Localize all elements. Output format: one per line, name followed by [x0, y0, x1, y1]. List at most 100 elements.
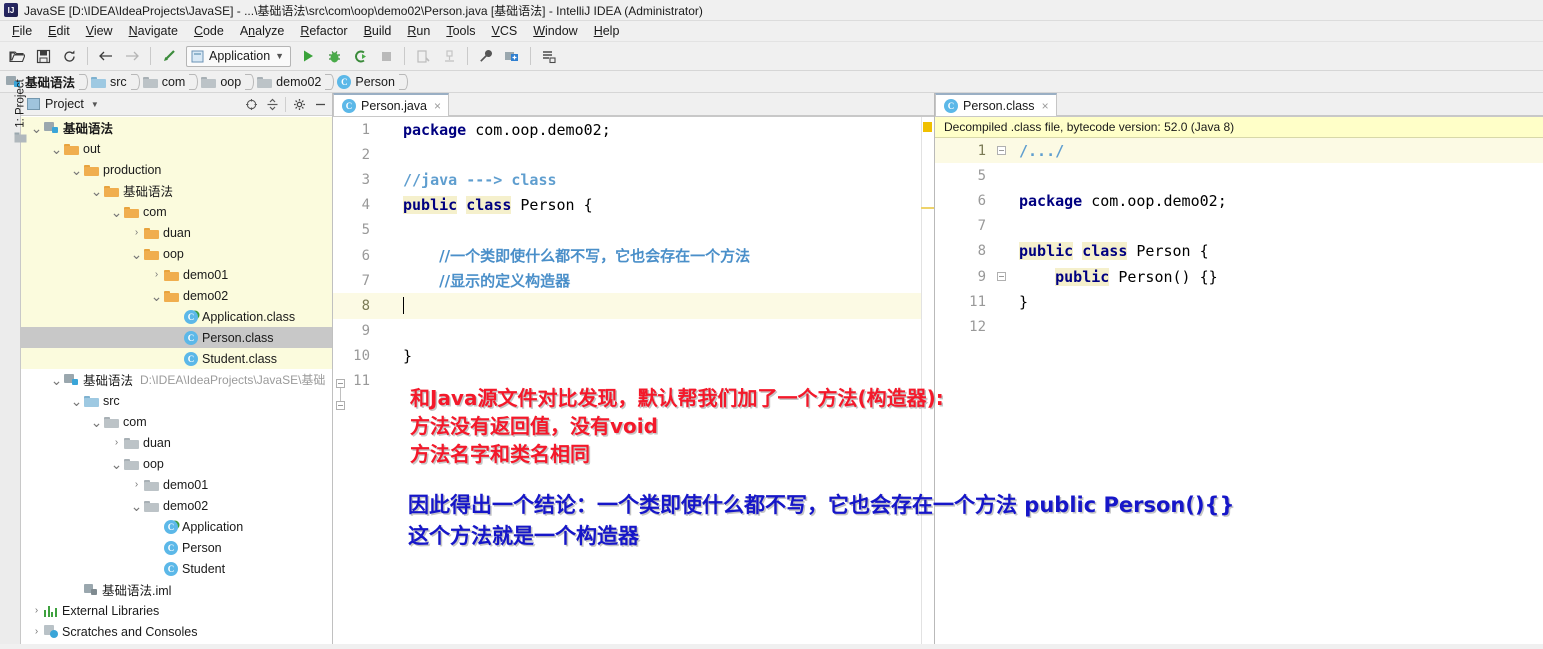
breadcrumb-item-src[interactable]: src — [91, 75, 131, 89]
chevron-down-icon[interactable]: ⌄ — [69, 163, 84, 177]
run-coverage-icon[interactable] — [348, 45, 372, 67]
collapse-all-icon[interactable] — [262, 95, 282, 114]
menu-build[interactable]: Build — [356, 22, 400, 40]
chevron-down-icon[interactable]: ⌄ — [69, 394, 84, 408]
back-icon[interactable] — [94, 45, 118, 67]
undo-icon[interactable] — [157, 45, 181, 67]
tree-node-student[interactable]: C Student — [21, 558, 332, 579]
chevron-down-icon[interactable]: ⌄ — [109, 457, 124, 471]
build-module-icon[interactable] — [437, 45, 461, 67]
breadcrumb-item-com[interactable]: com — [142, 75, 190, 89]
tree-node-iml[interactable]: 基础语法.iml — [21, 579, 332, 600]
tree-node-com[interactable]: ⌄ com — [21, 411, 332, 432]
chevron-down-icon[interactable]: ⌄ — [149, 289, 164, 303]
menu-vcs[interactable]: VCS — [484, 22, 526, 40]
close-icon[interactable]: × — [1042, 99, 1049, 113]
project-tree[interactable]: ⌄ 基础语法 ⌄ out ⌄ production ⌄ 基础语法 ⌄ com › duan ⌄ oop › d… — [21, 116, 332, 644]
chevron-right-icon[interactable]: › — [129, 479, 144, 490]
code-line-text[interactable]: } — [395, 347, 412, 365]
code-line-text[interactable]: package com.oop.demo02; — [1011, 192, 1227, 210]
menu-run[interactable]: Run — [399, 22, 438, 40]
tab-person-java[interactable]: C Person.java × — [333, 93, 450, 116]
chevron-right-icon[interactable]: › — [109, 437, 124, 448]
chevron-right-icon[interactable]: › — [29, 605, 44, 616]
menu-view[interactable]: View — [78, 22, 121, 40]
tree-node-demo01[interactable]: › demo01 — [21, 264, 332, 285]
sdk-manager-icon[interactable] — [537, 45, 561, 67]
menu-analyze[interactable]: Analyze — [232, 22, 292, 40]
fold-marker-constructor[interactable] — [997, 272, 1006, 281]
marker-bar-left[interactable] — [921, 117, 934, 644]
settings-wrench-icon[interactable] — [474, 45, 498, 67]
sync-icon[interactable] — [57, 45, 81, 67]
menu-tools[interactable]: Tools — [438, 22, 483, 40]
chevron-down-icon[interactable]: ⌄ — [29, 121, 44, 135]
tree-node-oop[interactable]: ⌄ oop — [21, 453, 332, 474]
hide-panel-icon[interactable] — [310, 95, 330, 114]
tree-node-[interactable]: ⌄ 基础语法 D:\IDEA\IdeaProjects\JavaSE\基础 — [21, 369, 332, 390]
menu-file[interactable]: File — [4, 22, 40, 40]
tree-node-duan[interactable]: › duan — [21, 222, 332, 243]
open-icon[interactable] — [5, 45, 29, 67]
tree-node-person-class[interactable]: C Person.class — [21, 327, 332, 348]
settings-gear-icon[interactable] — [289, 95, 309, 114]
menu-refactor[interactable]: Refactor — [292, 22, 355, 40]
forward-icon[interactable] — [120, 45, 144, 67]
tree-node-src[interactable]: ⌄ src — [21, 390, 332, 411]
tree-node-student-class[interactable]: C Student.class — [21, 348, 332, 369]
chevron-right-icon[interactable]: › — [29, 626, 44, 637]
tree-node-external-libraries[interactable]: › External Libraries — [21, 600, 332, 621]
tree-node-com[interactable]: ⌄ com — [21, 201, 332, 222]
chevron-down-icon[interactable]: ⌄ — [109, 205, 124, 219]
code-line-text[interactable]: public Person() {} — [1011, 267, 1218, 286]
code-line-text[interactable]: package com.oop.demo02; — [395, 121, 611, 139]
fold-marker-javadoc[interactable] — [997, 146, 1006, 155]
chevron-down-icon[interactable]: ▼ — [91, 100, 99, 109]
tree-node-oop[interactable]: ⌄ oop — [21, 243, 332, 264]
tree-node-application-class[interactable]: C Application.class — [21, 306, 332, 327]
tree-node-[interactable]: ⌄ 基础语法 — [21, 117, 332, 138]
close-icon[interactable]: × — [434, 99, 441, 113]
chevron-down-icon[interactable]: ▼ — [275, 51, 284, 61]
code-line-text[interactable]: //一个类即使什么都不写，它也会存在一个方法 — [395, 245, 750, 266]
code-line-text[interactable]: /.../ — [1011, 142, 1064, 160]
collapse-target-icon[interactable] — [241, 95, 261, 114]
tree-node-demo01[interactable]: › demo01 — [21, 474, 332, 495]
tree-node-application[interactable]: C Application — [21, 516, 332, 537]
fold-marker-collapse[interactable] — [336, 401, 345, 410]
code-line-text[interactable] — [395, 296, 404, 315]
menu-edit[interactable]: Edit — [40, 22, 78, 40]
tree-node-[interactable]: ⌄ 基础语法 — [21, 180, 332, 201]
code-line-text[interactable]: //java ---> class — [395, 171, 557, 189]
save-all-icon[interactable] — [31, 45, 55, 67]
menu-help[interactable]: Help — [586, 22, 628, 40]
breadcrumb-item-demo02[interactable]: demo02 — [257, 75, 325, 89]
chevron-down-icon[interactable]: ⌄ — [129, 499, 144, 513]
code-viewport-right[interactable]: 1 /.../ 5 6 package com.oop.demo02; 7 8 public … — [935, 138, 1543, 644]
code-line-text[interactable]: public class Person { — [1011, 242, 1209, 261]
tab-person-class[interactable]: C Person.class × — [935, 93, 1057, 116]
tree-node-production[interactable]: ⌄ production — [21, 159, 332, 180]
breadcrumb-item-oop[interactable]: oop — [201, 75, 245, 89]
code-line-text[interactable]: //显示的定义构造器 — [395, 270, 570, 291]
run-icon[interactable] — [296, 45, 320, 67]
tree-node-out[interactable]: ⌄ out — [21, 138, 332, 159]
menu-window[interactable]: Window — [525, 22, 585, 40]
menu-code[interactable]: Code — [186, 22, 232, 40]
tree-node-scratches-and-consoles[interactable]: › Scratches and Consoles — [21, 621, 332, 642]
chevron-down-icon[interactable]: ⌄ — [89, 415, 104, 429]
debug-icon[interactable] — [322, 45, 346, 67]
stop-icon[interactable] — [374, 45, 398, 67]
fold-marker-expand[interactable] — [336, 379, 345, 388]
tree-node-demo02[interactable]: ⌄ demo02 — [21, 495, 332, 516]
code-viewport-left[interactable]: 1 package com.oop.demo02; 2 3 //java ---> cl… — [333, 117, 934, 644]
chevron-right-icon[interactable]: › — [149, 269, 164, 280]
chevron-down-icon[interactable]: ⌄ — [129, 247, 144, 261]
project-structure-icon[interactable] — [500, 45, 524, 67]
sidebar-tab-project[interactable]: 1: Project — [10, 77, 31, 147]
breadcrumb-item-person[interactable]: C Person — [337, 74, 399, 89]
build-project-icon[interactable] — [411, 45, 435, 67]
chevron-right-icon[interactable]: › — [129, 227, 144, 238]
chevron-down-icon[interactable]: ⌄ — [89, 184, 104, 198]
run-configuration-selector[interactable]: Application ▼ — [186, 45, 292, 67]
